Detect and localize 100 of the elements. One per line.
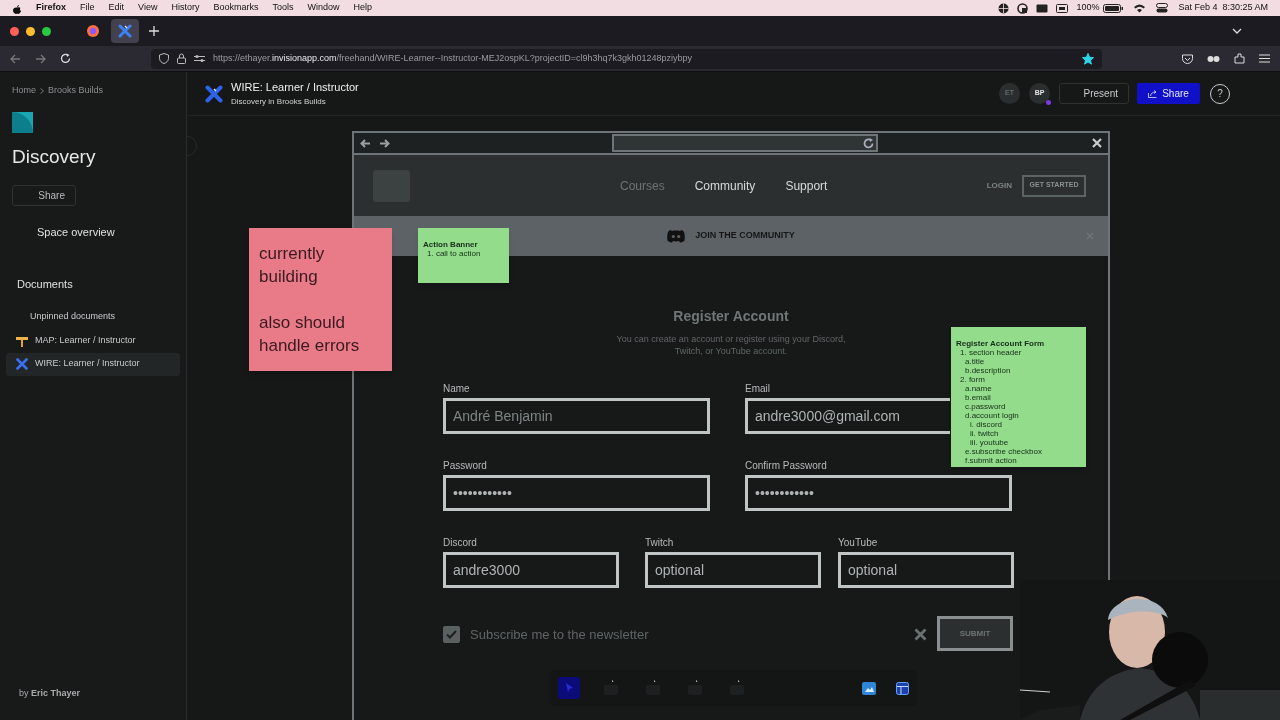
- nav-link[interactable]: Support: [785, 176, 828, 195]
- new-tab-icon[interactable]: [149, 26, 159, 36]
- input-field[interactable]: André Benjamin: [443, 398, 710, 434]
- menu-item[interactable]: History: [171, 1, 200, 15]
- space-title: Discovery: [12, 144, 97, 169]
- menu-item[interactable]: File: [80, 1, 95, 15]
- sidebar-link[interactable]: Space overview: [37, 224, 174, 241]
- keyboard-icon[interactable]: [1056, 3, 1069, 13]
- present-button[interactable]: Present: [1059, 83, 1129, 104]
- note-list-item: c.password: [965, 402, 1006, 411]
- document-item[interactable]: WIRE: Learner / Instructor: [6, 352, 180, 376]
- menu-item[interactable]: Bookmarks: [213, 1, 259, 15]
- back-arrow-icon: [360, 138, 371, 148]
- app-menu[interactable]: Firefox: [36, 1, 66, 15]
- battery-icon[interactable]: [1103, 3, 1124, 13]
- close-icon[interactable]: [914, 628, 927, 641]
- checkbox-label: Subscribe me to the newsletter: [470, 626, 649, 644]
- signpost-icon: [16, 335, 28, 347]
- lock-icon: [177, 53, 186, 64]
- chevron-down-icon[interactable]: [1232, 28, 1242, 34]
- minimize-window-button[interactable]: [26, 26, 35, 36]
- share-button[interactable]: Share: [12, 185, 76, 206]
- note-list-item: 1. section header: [960, 348, 1022, 357]
- field-label: Password: [443, 459, 487, 473]
- author-credit: by Eric Thayer: [19, 686, 82, 700]
- status-icon[interactable]: [1017, 2, 1029, 14]
- note-list-item: i. discord: [970, 420, 1002, 429]
- section-heading: Documents: [17, 276, 74, 292]
- close-icon: [1092, 138, 1102, 148]
- browser-tab[interactable]: [111, 19, 139, 43]
- note-list-item: 1. call to action: [427, 249, 481, 258]
- apple-icon: [12, 2, 22, 14]
- pocket-icon[interactable]: [1182, 53, 1193, 64]
- breadcrumb-link[interactable]: Home: [12, 84, 36, 98]
- note-list-item: iii. youtube: [970, 438, 1009, 447]
- menu-item[interactable]: View: [138, 1, 158, 15]
- image-tool-icon[interactable]: [862, 681, 876, 695]
- reload-icon: [863, 137, 874, 149]
- login-link[interactable]: LOGIN: [986, 179, 1012, 192]
- form-description: You can create an account or register using your Discord, Twitch, or YouTube account.: [616, 333, 846, 357]
- back-icon[interactable]: [10, 53, 21, 64]
- control-center-icon[interactable]: [1156, 3, 1169, 13]
- note-list-item: a.title: [965, 357, 985, 366]
- globe-icon[interactable]: [998, 2, 1010, 14]
- breadcrumb-link[interactable]: Brooks Builds: [48, 84, 104, 98]
- fox-icon: [86, 24, 100, 38]
- form-title: Register Account: [673, 307, 789, 326]
- zoom-window-button[interactable]: [42, 26, 51, 36]
- input-field[interactable]: ••••••••••••: [443, 475, 710, 511]
- note-title: Register Account Form: [956, 339, 1045, 348]
- menu-icon[interactable]: [1259, 54, 1270, 63]
- star-icon[interactable]: [1082, 52, 1094, 65]
- reload-icon[interactable]: [60, 53, 71, 64]
- nav-link[interactable]: Community: [694, 176, 756, 195]
- note-text: currently building: [259, 243, 326, 288]
- field-label: Email: [745, 382, 770, 396]
- chevron-right-icon: [40, 87, 44, 94]
- menu-item[interactable]: Tools: [272, 1, 294, 15]
- cross-icon: [118, 24, 132, 38]
- menu-item[interactable]: Edit: [108, 1, 125, 15]
- note-list-item: 2. form: [960, 375, 985, 384]
- menu-item[interactable]: Window: [307, 1, 340, 15]
- wifi-icon[interactable]: [1133, 3, 1147, 13]
- document-item[interactable]: MAP: Learner / Instructor: [6, 329, 180, 353]
- address-bar[interactable]: https://ethayer.invisionapp.com/freehand/WIRE-Learner--Instructor-MEJ2ospKL?projectID=cl9h3hq7k3gkh01248pziybpy: [151, 48, 1102, 69]
- checkmark-icon: [446, 630, 457, 640]
- note-text: also should handle errors: [259, 312, 361, 357]
- sliders-icon: [194, 54, 205, 63]
- menu-bar-clock[interactable]: Sat Feb 4 8:30:25 AM: [1178, 1, 1268, 15]
- battery-percentage: 100%: [1076, 1, 1100, 15]
- share-button[interactable]: Share: [1137, 83, 1200, 104]
- forward-arrow-icon: [379, 138, 390, 148]
- checkbox[interactable]: [443, 626, 460, 644]
- group-label: Unpinned documents: [30, 310, 117, 323]
- field-label: Name: [443, 382, 470, 396]
- forward-icon[interactable]: [35, 53, 46, 64]
- note-list-item: b.description: [965, 366, 1011, 375]
- input-field[interactable]: optional: [838, 552, 1014, 588]
- close-window-button[interactable]: [10, 26, 19, 36]
- mask-icon[interactable]: [1207, 54, 1220, 63]
- document-subtitle: Discovery in Brooks Builds: [231, 95, 327, 108]
- note-list-item: f.submit action: [965, 456, 1017, 465]
- field-label: Confirm Password: [745, 459, 827, 473]
- input-field[interactable]: optional: [645, 552, 821, 588]
- extensions-icon[interactable]: [1234, 53, 1245, 64]
- input-field[interactable]: andre3000@gmail.com: [745, 398, 950, 434]
- cross-logo-icon: [205, 84, 223, 103]
- display-icon[interactable]: [1036, 3, 1049, 13]
- url-text: https://ethayer.invisionapp.com/freehand/WIRE-Learner--Instructor-MEJ2ospKL?projectID=cl9h3hq7k3gkh01248pziybpy: [213, 51, 693, 65]
- field-label: Discord: [443, 536, 477, 550]
- menu-item[interactable]: Help: [353, 1, 372, 15]
- input-field[interactable]: andre3000: [443, 552, 619, 588]
- note-list-item: a.name: [965, 384, 992, 393]
- note-title: Action Banner: [423, 240, 478, 249]
- layout-tool-icon[interactable]: [896, 681, 909, 695]
- note-list-item: b.email: [965, 393, 991, 402]
- cross-icon: [16, 358, 28, 370]
- input-field[interactable]: ••••••••••••: [745, 475, 1012, 511]
- note-list-item: ii. twitch: [970, 429, 999, 438]
- field-label: YouTube: [838, 536, 878, 550]
